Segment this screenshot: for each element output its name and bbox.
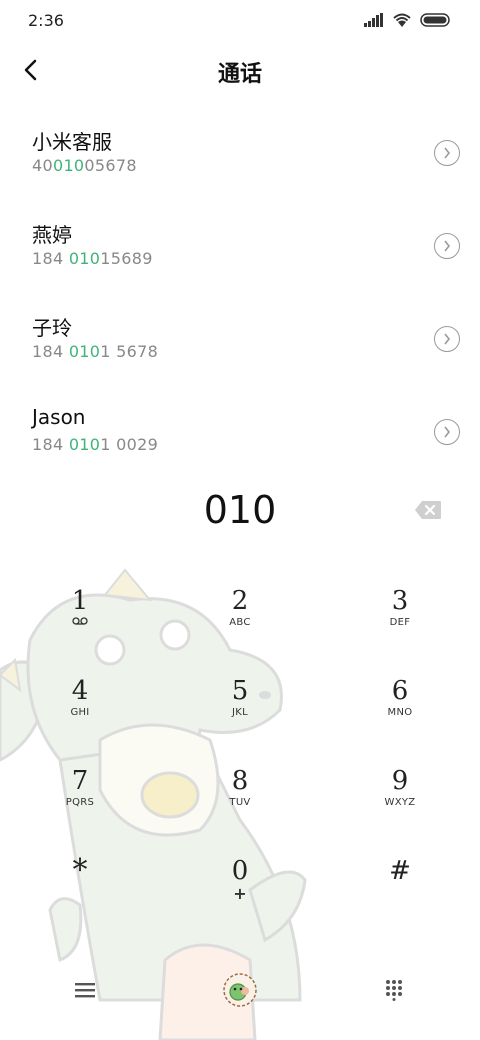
call-button[interactable] (218, 968, 262, 1012)
key-letters: + (233, 884, 247, 903)
key-letters: MNO (387, 707, 413, 718)
contact-detail-button[interactable] (434, 233, 460, 259)
contact-detail-button[interactable] (434, 419, 460, 445)
key-letters: JKL (232, 707, 248, 718)
contact-item[interactable]: 子玲 184 0101 5678 (0, 304, 480, 397)
dial-display: 010 (0, 488, 480, 538)
battery-icon (420, 13, 450, 27)
contact-name: 子玲 (32, 316, 72, 340)
key-digit: 4 (71, 676, 89, 706)
backspace-icon (415, 501, 441, 519)
status-time: 2:36 (28, 11, 64, 30)
menu-icon (75, 983, 95, 998)
key-5[interactable]: 5 JKL (180, 675, 300, 745)
key-9[interactable]: 9 WXYZ (340, 765, 460, 835)
status-icons (364, 12, 452, 28)
contact-item[interactable]: Jason 184 0101 0029 (0, 397, 480, 490)
key-digit: 1 (71, 586, 89, 616)
number-match: 010 (68, 435, 101, 454)
number-prefix: 184 (32, 249, 69, 268)
contact-list: 小米客服 4001005678 燕婷 184 01015689 子玲 184 0… (0, 118, 480, 490)
chevron-right-icon (444, 240, 451, 252)
contact-detail-button[interactable] (434, 140, 460, 166)
status-bar: 2:36 (0, 0, 480, 40)
page-title: 通话 (217, 62, 262, 87)
contact-name: 小米客服 (32, 130, 112, 154)
dialed-number: 010 (203, 488, 277, 532)
key-6[interactable]: 6 MNO (340, 675, 460, 745)
number-prefix: 40 (32, 156, 53, 175)
key-letters: ABC (229, 617, 251, 628)
key-digit: 7 (71, 766, 89, 796)
contact-name: Jason (32, 405, 86, 429)
key-digit: # (389, 856, 411, 886)
key-8[interactable]: 8 TUV (180, 765, 300, 835)
bottom-bar (0, 960, 480, 1020)
keypad-toggle-button[interactable] (372, 968, 416, 1012)
number-match: 010 (52, 156, 85, 175)
contact-detail-button[interactable] (434, 326, 460, 352)
backspace-button[interactable] (414, 500, 442, 522)
contact-item[interactable]: 燕婷 184 01015689 (0, 211, 480, 304)
chevron-right-icon (444, 333, 451, 345)
contact-number: 184 0101 0029 (32, 435, 158, 454)
keypad-icon (386, 980, 402, 1001)
contact-name: 燕婷 (32, 223, 72, 247)
number-suffix: 1 5678 (100, 342, 159, 361)
key-letters: GHI (70, 707, 90, 718)
key-7[interactable]: 7 PQRS (20, 765, 140, 835)
key-letters: WXYZ (384, 797, 416, 808)
key-star[interactable]: * (20, 855, 140, 925)
menu-button[interactable] (63, 968, 107, 1012)
key-digit: * (72, 853, 88, 888)
chevron-right-icon (444, 147, 451, 159)
key-1[interactable]: 1 (20, 585, 140, 655)
contact-number: 184 01015689 (32, 249, 153, 268)
key-letters: TUV (229, 797, 251, 808)
key-3[interactable]: 3 DEF (340, 585, 460, 655)
contact-number: 4001005678 (32, 156, 137, 175)
key-hash[interactable]: # (340, 855, 460, 925)
key-digit: 5 (231, 676, 249, 706)
number-suffix: 05678 (84, 156, 137, 175)
key-digit: 3 (391, 586, 409, 616)
contact-number: 184 0101 5678 (32, 342, 158, 361)
key-4[interactable]: 4 GHI (20, 675, 140, 745)
number-match: 010 (68, 249, 101, 268)
dinosaur-avatar-icon (223, 973, 257, 1007)
number-prefix: 184 (32, 435, 69, 454)
key-letters: DEF (389, 617, 411, 628)
key-digit: 9 (391, 766, 409, 796)
number-suffix: 15689 (100, 249, 153, 268)
key-0[interactable]: 0 + (180, 855, 300, 925)
wifi-icon (393, 13, 411, 27)
number-prefix: 184 (32, 342, 69, 361)
key-2[interactable]: 2 ABC (180, 585, 300, 655)
chevron-right-icon (444, 426, 451, 438)
key-letters: PQRS (65, 797, 95, 808)
key-digit: 6 (391, 676, 409, 706)
contact-item[interactable]: 小米客服 4001005678 (0, 118, 480, 211)
voicemail-icon (20, 617, 140, 628)
number-suffix: 1 0029 (100, 435, 159, 454)
key-digit: 8 (231, 766, 249, 796)
signal-icon (364, 13, 383, 27)
key-digit: 2 (231, 586, 249, 616)
key-digit: 0 (231, 856, 249, 886)
number-match: 010 (68, 342, 101, 361)
header: 通话 (0, 48, 480, 92)
